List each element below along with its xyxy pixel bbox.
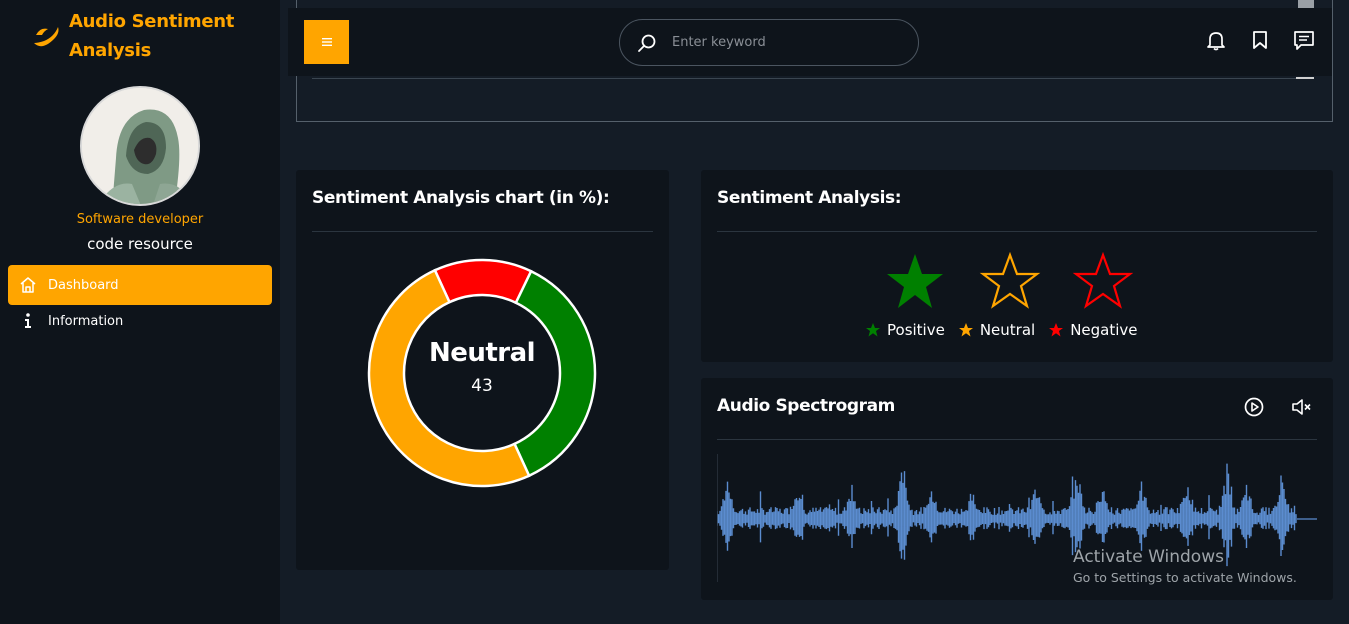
brand-logo-icon bbox=[34, 27, 59, 47]
neutral-legend-star-icon bbox=[958, 323, 973, 337]
card-title: Audio Spectrogram bbox=[717, 396, 896, 416]
avatar-image bbox=[82, 88, 198, 204]
donut-center-value: 43 bbox=[471, 376, 493, 396]
app-title: Audio Sentiment Analysis bbox=[69, 11, 235, 61]
info-icon bbox=[18, 311, 38, 331]
search-box bbox=[619, 19, 919, 66]
message-icon[interactable] bbox=[1293, 29, 1315, 51]
home-icon bbox=[18, 275, 38, 295]
profile-role: Software developer bbox=[76, 212, 204, 227]
divider bbox=[717, 439, 1317, 440]
legend-label: Negative bbox=[1070, 321, 1138, 339]
legend-item-negative: Negative bbox=[1049, 321, 1138, 339]
card-title: Sentiment Analysis: bbox=[717, 188, 902, 208]
mute-icon[interactable] bbox=[1290, 396, 1312, 418]
play-icon[interactable] bbox=[1243, 396, 1265, 418]
sentiment-legend: Positive Neutral Negative bbox=[866, 321, 1152, 339]
neutral-star-icon bbox=[979, 252, 1041, 309]
sidebar-item-label: Information bbox=[48, 313, 124, 329]
sidebar-item-label: Dashboard bbox=[48, 277, 119, 293]
scrollbar-marker bbox=[1296, 77, 1314, 79]
donut-slice-negative[interactable] bbox=[433, 258, 533, 305]
topbar bbox=[288, 8, 1332, 76]
sentiment-chart-card: Sentiment Analysis chart (in %): Neutral… bbox=[296, 170, 669, 570]
sentiment-analysis-card: Sentiment Analysis: Positive Neutral Neg… bbox=[701, 170, 1333, 362]
menu-toggle-button[interactable] bbox=[304, 20, 349, 64]
divider bbox=[717, 231, 1317, 232]
watermark-subtitle: Go to Settings to activate Windows. bbox=[1073, 570, 1297, 585]
negative-legend-star-icon bbox=[1049, 323, 1064, 337]
activation-watermark: Activate Windows Go to Settings to activ… bbox=[1073, 547, 1297, 585]
positive-star-icon bbox=[887, 254, 943, 308]
sidebar-item-dashboard[interactable]: Dashboard bbox=[8, 265, 272, 305]
sidebar: Audio Sentiment Analysis Software develo… bbox=[0, 0, 280, 624]
legend-item-positive: Positive bbox=[866, 321, 945, 339]
avatar bbox=[80, 86, 200, 206]
sentiment-stars bbox=[887, 252, 1134, 309]
bookmark-icon[interactable] bbox=[1249, 29, 1271, 51]
scrollbar-thumb[interactable] bbox=[1298, 0, 1314, 8]
watermark-title: Activate Windows bbox=[1073, 547, 1224, 567]
divider bbox=[312, 78, 1297, 79]
legend-label: Positive bbox=[887, 321, 945, 339]
legend-label: Neutral bbox=[979, 321, 1036, 339]
positive-legend-star-icon bbox=[866, 323, 880, 337]
brand[interactable]: Audio Sentiment Analysis bbox=[32, 7, 249, 65]
donut-slice-positive[interactable] bbox=[512, 269, 597, 478]
card-title: Sentiment Analysis chart (in %): bbox=[312, 188, 610, 208]
sidebar-item-information[interactable]: Information bbox=[8, 301, 272, 341]
negative-star-icon bbox=[1072, 252, 1134, 309]
legend-item-neutral: Neutral bbox=[958, 321, 1036, 339]
profile-name: code resource bbox=[87, 235, 193, 253]
hamburger-icon bbox=[321, 38, 332, 46]
bell-icon[interactable] bbox=[1205, 29, 1227, 51]
search-input[interactable] bbox=[672, 35, 892, 50]
donut-center-label: Neutral bbox=[428, 338, 536, 368]
search-icon[interactable] bbox=[636, 32, 658, 54]
